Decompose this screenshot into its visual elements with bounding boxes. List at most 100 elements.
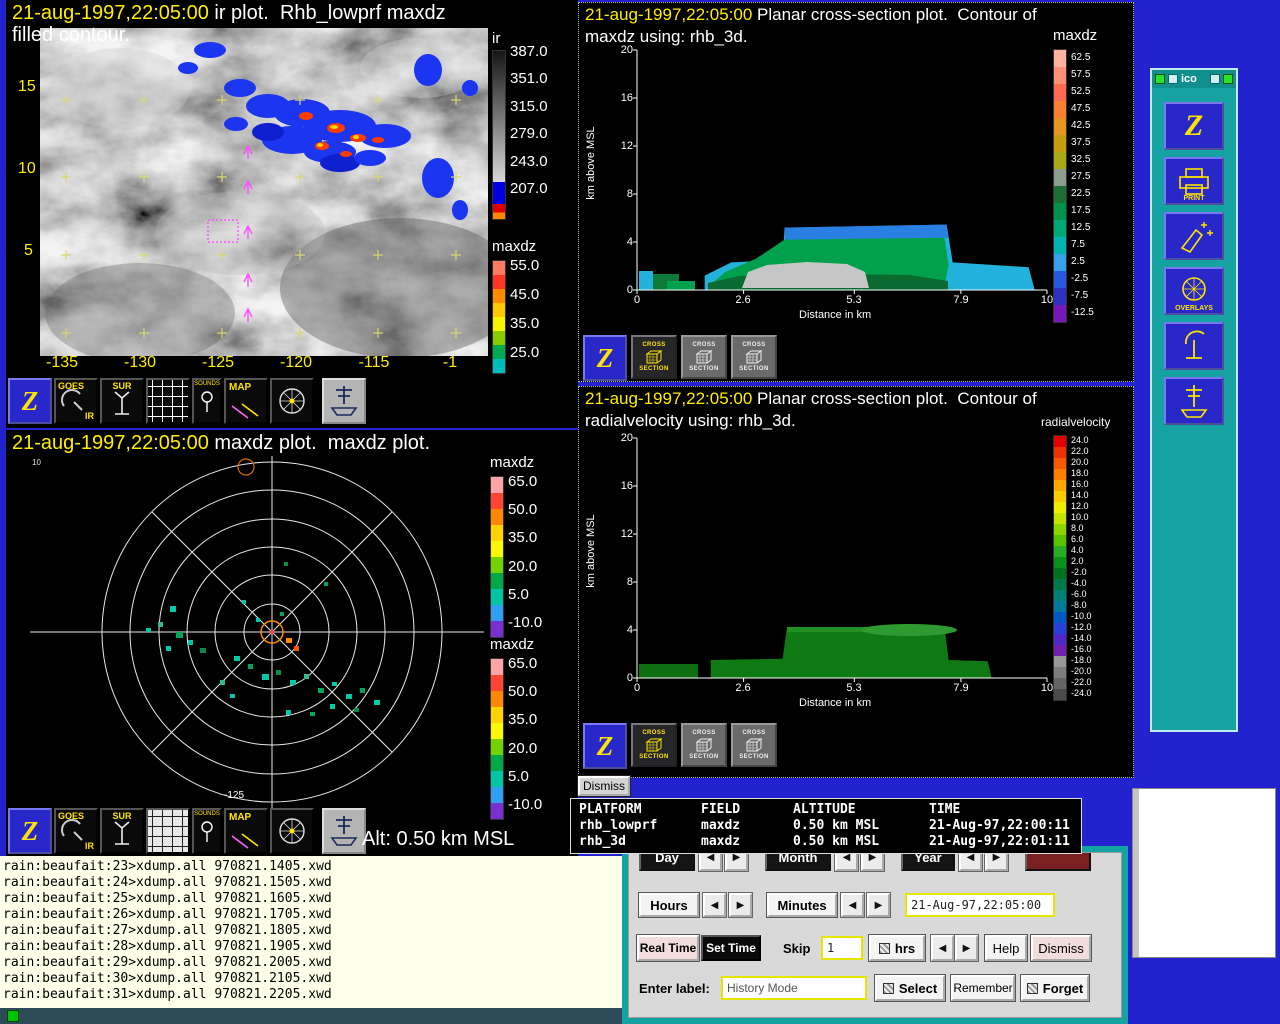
x-axis-tick: 2.6 xyxy=(735,294,750,306)
map-overlay-button[interactable]: MAP xyxy=(224,808,268,854)
ppi-radar-plot[interactable] xyxy=(20,456,484,808)
zeb-logo-button[interactable]: Z xyxy=(1164,102,1224,150)
scale-annotation: 10 xyxy=(32,458,41,467)
annotate-button[interactable] xyxy=(1164,212,1224,260)
year-increment-button[interactable]: ▶ xyxy=(985,852,1008,871)
cross-section-button[interactable]: CROSS SECTION xyxy=(731,723,777,767)
datetime-field[interactable]: 21-Aug-97,22:05:00 xyxy=(905,893,1055,917)
minutes-button[interactable]: Minutes xyxy=(767,893,837,917)
map-window-toolbar: Z GOES IR SUR SOUNDS MAP xyxy=(8,808,366,854)
minutes-increment-button[interactable]: ▶ xyxy=(867,893,890,917)
colorbar-cell xyxy=(491,621,503,637)
zeb-logo-button[interactable]: Z xyxy=(583,723,627,769)
surface-radar-button[interactable]: SUR xyxy=(100,808,144,854)
y-axis-label: km above MSL xyxy=(585,491,597,611)
cross-section-button[interactable]: CROSS SECTION xyxy=(681,723,727,767)
hours-button[interactable]: Hours xyxy=(639,893,699,917)
colorbar-tick: 8.0 xyxy=(1071,523,1092,534)
day-decrement-button[interactable]: ◀ xyxy=(699,852,722,871)
goes-ir-button[interactable]: GOES IR xyxy=(54,808,98,854)
year-button[interactable]: Year xyxy=(901,852,955,871)
skip-value-field[interactable]: 1 xyxy=(821,936,863,960)
help-button[interactable]: Help xyxy=(985,935,1027,961)
month-button[interactable]: Month xyxy=(765,852,831,871)
day-increment-button[interactable]: ▶ xyxy=(725,852,748,871)
scrollbar[interactable] xyxy=(1133,789,1139,957)
colorbar-cell xyxy=(1054,667,1066,678)
cube-icon xyxy=(643,736,665,754)
goes-ir-button[interactable]: GOES IR xyxy=(54,378,98,424)
colorbar-tick: 37.5 xyxy=(1071,134,1094,151)
y-axis-tick: 8 xyxy=(609,188,633,200)
window-button-icon[interactable] xyxy=(1168,74,1178,84)
grid-overlay-button[interactable] xyxy=(146,808,190,854)
skip-units-button[interactable]: hrs xyxy=(869,935,925,961)
overlays-button[interactable]: OVERLAYS xyxy=(1164,267,1224,315)
select-button[interactable]: Select xyxy=(875,975,945,1001)
month-increment-button[interactable]: ▶ xyxy=(861,852,884,871)
satellite-image-plot[interactable] xyxy=(40,28,488,356)
ship-platform-button[interactable] xyxy=(322,378,366,424)
partial-button[interactable] xyxy=(1025,852,1091,871)
zeb-logo-button[interactable]: Z xyxy=(8,808,52,854)
hours-decrement-button[interactable]: ◀ xyxy=(703,893,726,917)
terminal-line: rain:beaufait:28>xdump.all 970821.1905.x… xyxy=(3,939,622,955)
map-overlay-button[interactable]: MAP xyxy=(224,378,268,424)
terminal-line: rain:beaufait:27>xdump.all 970821.1805.x… xyxy=(3,923,622,939)
grid-overlay-button[interactable] xyxy=(146,378,190,424)
colorbar-cell xyxy=(493,345,505,359)
zeb-logo-button[interactable]: Z xyxy=(8,378,52,424)
radar-dish-button[interactable] xyxy=(1164,322,1224,370)
set-time-button[interactable]: Set Time xyxy=(701,935,761,961)
dismiss-button[interactable]: Dismiss xyxy=(578,776,630,796)
label-field[interactable]: History Mode xyxy=(721,976,867,1000)
optics-widget-button[interactable] xyxy=(270,808,314,854)
real-time-button[interactable]: Real Time xyxy=(637,935,699,961)
cross-section-button[interactable]: CROSS SECTION xyxy=(731,335,777,379)
colorbar-cell xyxy=(1054,84,1066,101)
cross-section-button-active[interactable]: CROSS SECTION xyxy=(631,335,677,379)
colorbar-cell xyxy=(491,787,503,803)
dialog-dismiss-button[interactable]: Dismiss xyxy=(1031,935,1091,961)
colorbar-tick: 279.0 xyxy=(510,126,548,141)
zeb-logo-button[interactable]: Z xyxy=(583,335,627,381)
colorbar-cell xyxy=(1054,535,1066,546)
window-menu-icon[interactable] xyxy=(1155,74,1165,84)
month-decrement-button[interactable]: ◀ xyxy=(835,852,858,871)
minimize-icon[interactable] xyxy=(1210,74,1220,84)
minutes-decrement-button[interactable]: ◀ xyxy=(841,893,864,917)
day-button[interactable]: Day xyxy=(639,852,695,871)
colorbar-tick: 20.0 xyxy=(508,559,542,574)
forget-button[interactable]: Forget xyxy=(1021,975,1089,1001)
status-indicator-icon[interactable] xyxy=(7,1010,19,1022)
terminal-line: rain:beaufait:23>xdump.all 970821.1405.x… xyxy=(3,859,622,875)
ship-platform-button[interactable] xyxy=(1164,377,1224,425)
skip-back-button[interactable]: ◀ xyxy=(931,935,954,961)
soundings-button[interactable]: SOUNDS xyxy=(192,378,222,424)
skip-forward-button[interactable]: ▶ xyxy=(955,935,978,961)
x-axis-tick: -125 xyxy=(202,354,234,372)
optics-widget-button[interactable] xyxy=(270,378,314,424)
colorbar-tick: -20.0 xyxy=(1071,666,1092,677)
hours-increment-button[interactable]: ▶ xyxy=(729,893,752,917)
colorbar-tick: 207.0 xyxy=(510,181,548,196)
soundings-button[interactable]: SOUNDS xyxy=(192,808,222,854)
colorbar-cell xyxy=(491,803,503,819)
colorbar-tick: 45.0 xyxy=(510,287,539,302)
cross-section-plot[interactable]: 20 16 12 8 4 0 0 2.6 5.3 7.9 10 Distance… xyxy=(609,433,1049,723)
cross-section-plot[interactable]: 20 16 12 8 4 0 0 2.6 5.3 7.9 10 Distance… xyxy=(609,45,1049,335)
remember-button[interactable]: Remember xyxy=(951,975,1015,1001)
colorbar-cell xyxy=(493,331,505,345)
cross-section-button-active[interactable]: CROSS SECTION xyxy=(631,723,677,767)
maximize-icon[interactable] xyxy=(1223,74,1233,84)
surface-radar-button[interactable]: SUR xyxy=(100,378,144,424)
window-title: 21-aug-1997,22:05:00 ir plot. Rhb_lowprf… xyxy=(12,2,446,25)
palette-buttons: Z PRINT OVERLAYS xyxy=(1152,88,1236,425)
year-decrement-button[interactable]: ◀ xyxy=(959,852,982,871)
colorbar-cell xyxy=(1054,67,1066,84)
terminal-window[interactable]: rain:beaufait:23>xdump.all 970821.1405.x… xyxy=(0,856,622,1008)
cross-section-button[interactable]: CROSS SECTION xyxy=(681,335,727,379)
palette-titlebar[interactable]: ico xyxy=(1152,70,1236,88)
print-button[interactable]: PRINT xyxy=(1164,157,1224,205)
ship-platform-button[interactable] xyxy=(322,808,366,854)
